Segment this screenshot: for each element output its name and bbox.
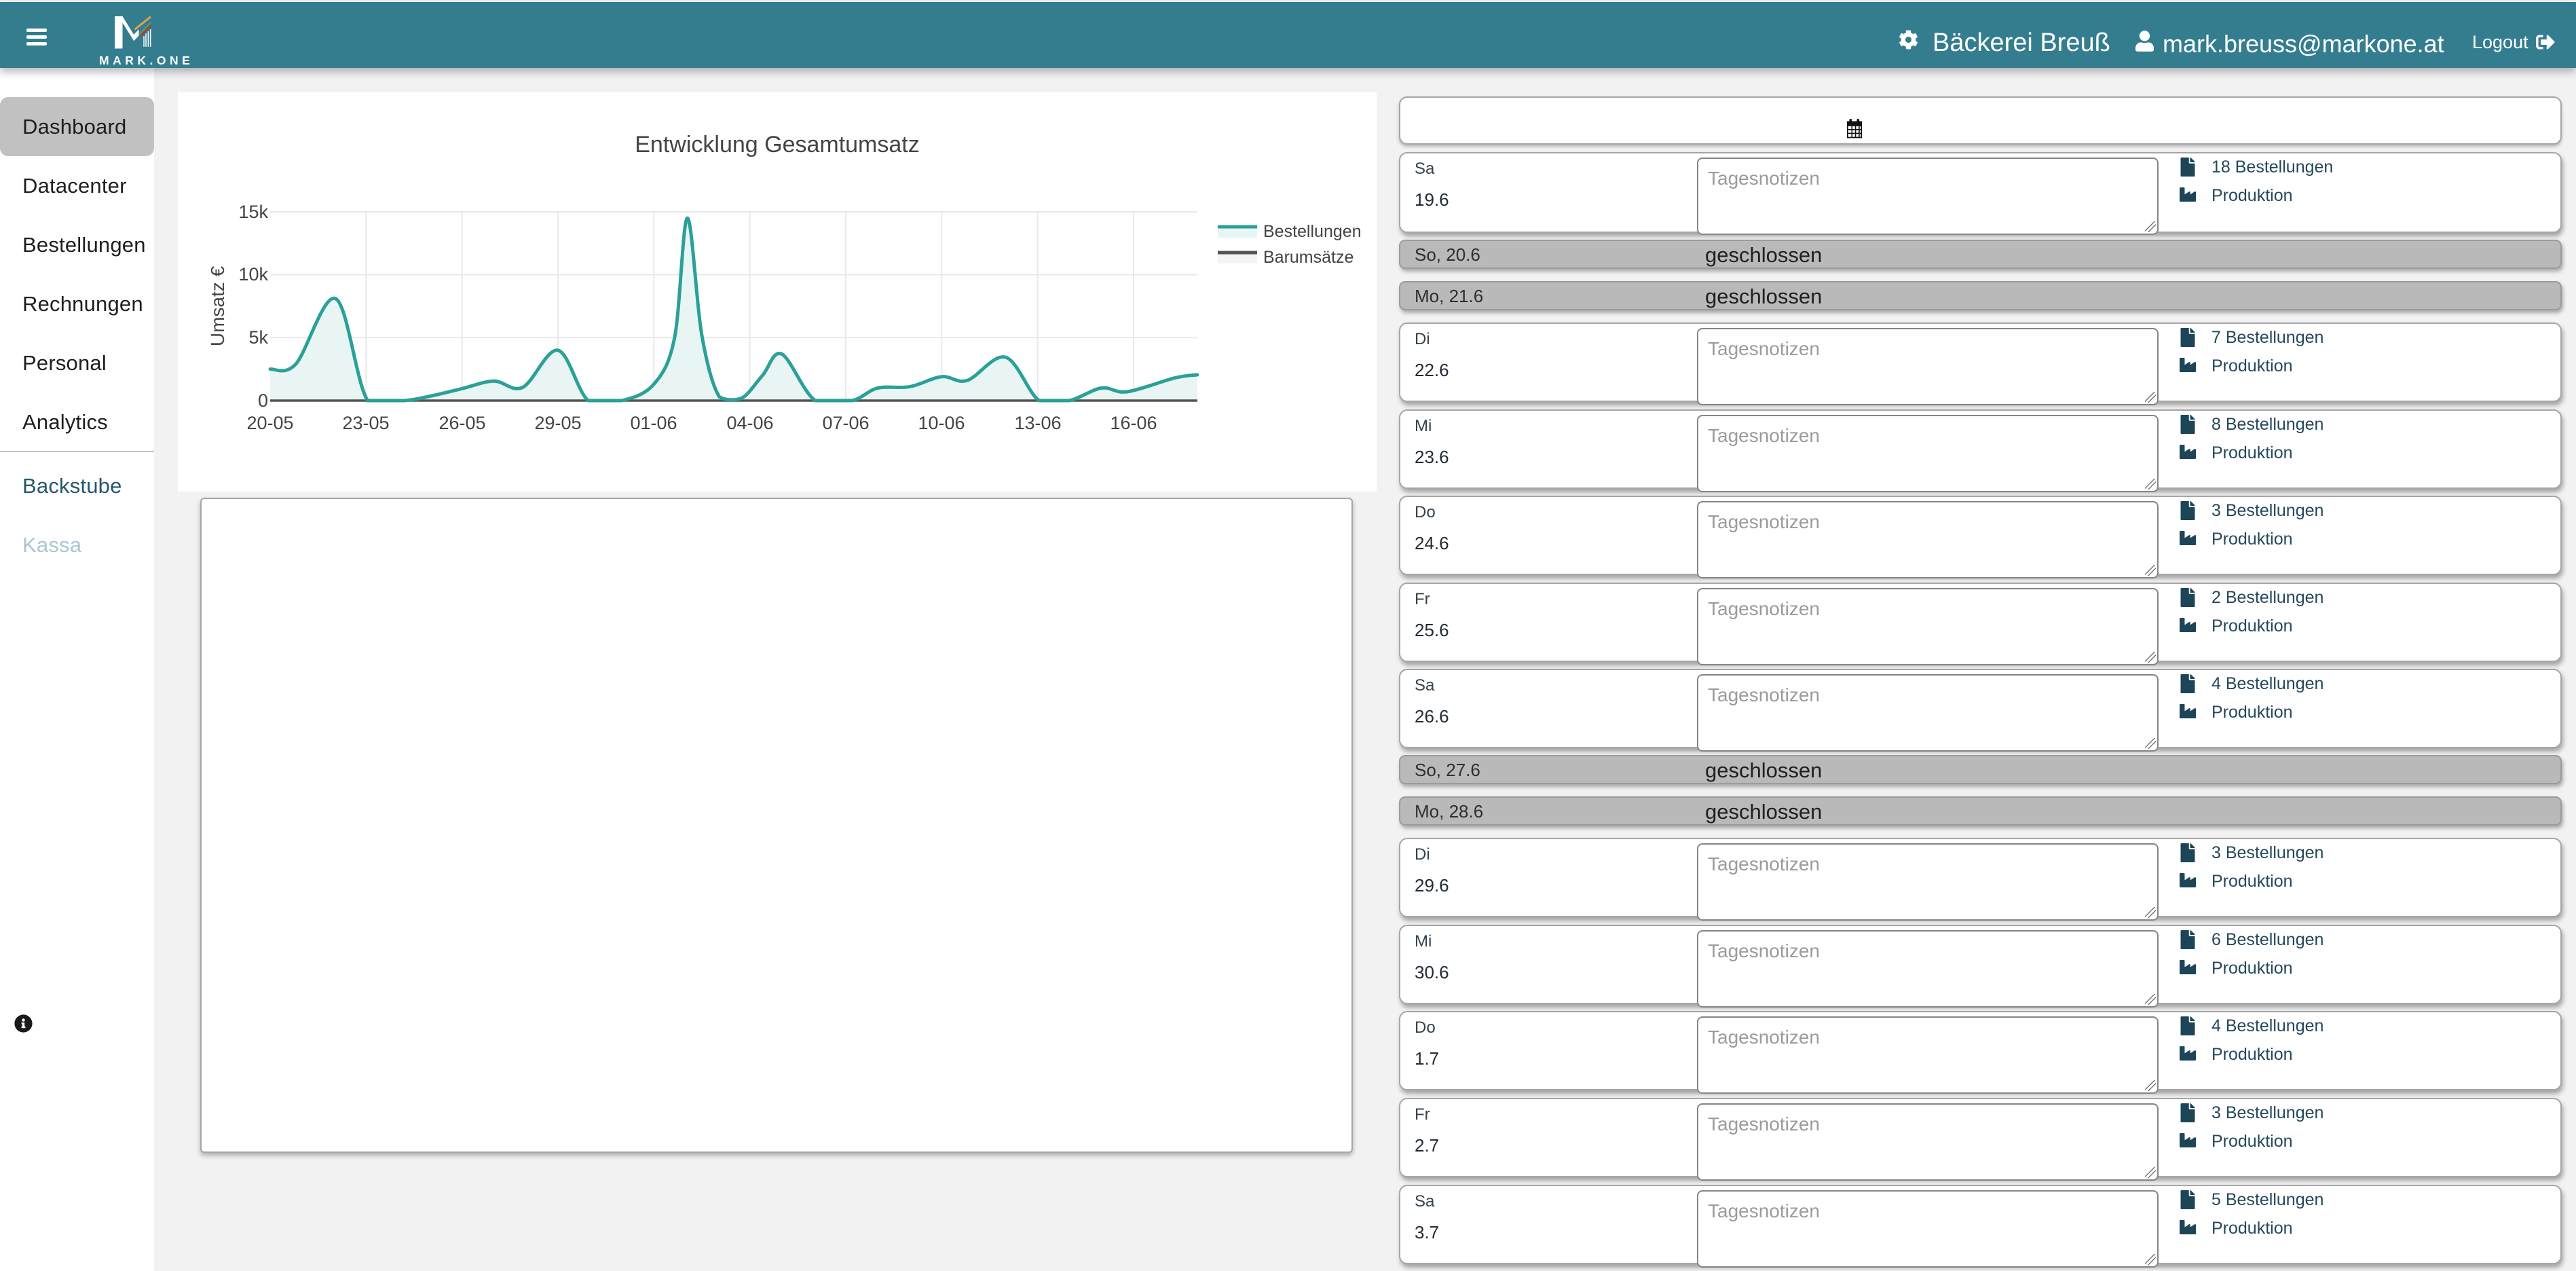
svg-text:10-06: 10-06: [918, 413, 965, 433]
svg-text:Umsatz €: Umsatz €: [207, 265, 228, 346]
svg-text:23-05: 23-05: [342, 413, 389, 433]
svg-text:10k: 10k: [238, 264, 268, 284]
svg-text:16-06: 16-06: [1110, 413, 1157, 433]
svg-text:5k: 5k: [248, 327, 268, 348]
svg-text:04-06: 04-06: [726, 413, 773, 433]
svg-text:0: 0: [258, 390, 268, 411]
svg-text:01-06: 01-06: [630, 413, 677, 433]
svg-text:Barumsätze: Barumsätze: [1263, 248, 1354, 267]
svg-text:Entwicklung Gesamtumsatz: Entwicklung Gesamtumsatz: [635, 132, 920, 158]
svg-text:13-06: 13-06: [1014, 413, 1061, 433]
svg-text:29-05: 29-05: [534, 413, 581, 433]
svg-text:15k: 15k: [238, 202, 268, 222]
svg-text:20-05: 20-05: [246, 413, 293, 433]
svg-text:26-05: 26-05: [438, 413, 485, 433]
svg-text:Bestellungen: Bestellungen: [1263, 222, 1362, 241]
svg-text:07-06: 07-06: [822, 413, 869, 433]
